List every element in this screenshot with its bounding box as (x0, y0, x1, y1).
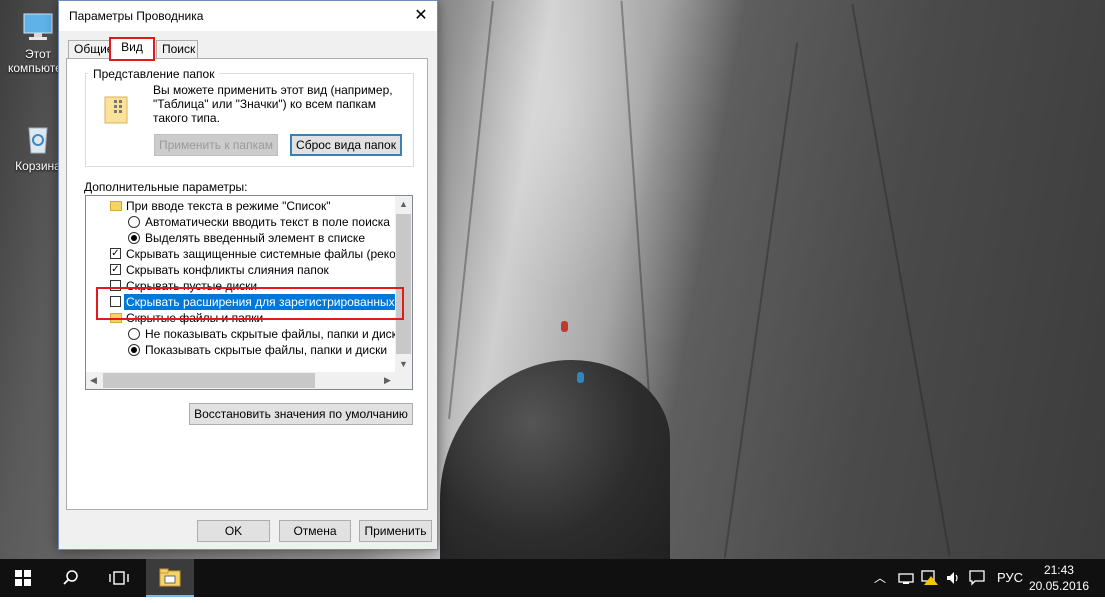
taskbar: ︿ РУС 21:43 20.05.2016 (0, 559, 1105, 597)
notifications-icon[interactable] (969, 570, 985, 586)
horizontal-scroll-thumb[interactable] (103, 373, 315, 388)
battery-warning-icon[interactable] (921, 570, 939, 586)
checkbox[interactable]: ✓ (110, 264, 121, 275)
horizontal-scrollbar[interactable]: ◀ ▶ (86, 372, 396, 389)
tree-item-hide-merge-conflicts[interactable]: ✓ Скрывать конфликты слияния папок (86, 262, 397, 278)
tree-item-hide-protected-files[interactable]: ✓ Скрывать защищенные системные файлы (р… (86, 246, 412, 262)
volume-icon[interactable] (945, 570, 961, 586)
apply-button[interactable]: Применить (359, 520, 432, 542)
task-view-button[interactable] (96, 559, 142, 597)
taskbar-clock[interactable]: 21:43 20.05.2016 (1029, 562, 1089, 594)
folder-views-legend: Представление папок (88, 67, 220, 81)
scroll-left-icon[interactable]: ◀ (90, 375, 97, 386)
advanced-settings-label: Дополнительные параметры: (84, 180, 248, 194)
recycle-bin-icon (21, 122, 55, 156)
scrollbar-corner (395, 372, 412, 389)
file-explorer-icon (159, 568, 181, 587)
taskbar-explorer-button[interactable] (146, 559, 194, 597)
task-view-icon (109, 571, 129, 585)
scroll-up-icon[interactable]: ▲ (399, 199, 408, 209)
wallpaper-crack (723, 42, 799, 558)
radio-button[interactable] (128, 344, 140, 356)
ok-button[interactable]: OK (197, 520, 270, 542)
checkbox[interactable]: ✓ (110, 248, 121, 259)
clock-time: 21:43 (1043, 563, 1074, 577)
radio-button[interactable] (128, 232, 140, 244)
wallpaper-crack (851, 4, 951, 556)
chevron-up-icon[interactable]: ︿ (874, 559, 886, 597)
cancel-button[interactable]: Отмена (279, 520, 351, 542)
tree-item-show-hidden[interactable]: Показывать скрытые файлы, папки и диски (86, 342, 397, 358)
windows-logo-icon (15, 570, 31, 586)
computer-icon (21, 10, 55, 44)
wallpaper-crack (448, 1, 494, 419)
search-icon (63, 570, 78, 585)
tree-item-list-typing: При вводе текста в режиме "Список" (86, 198, 397, 214)
tree-item-dont-show-hidden[interactable]: Не показывать скрытые файлы, папки и дис… (86, 326, 404, 342)
folder-views-description: Вы можете применить этот вид (например, … (153, 83, 393, 125)
close-icon[interactable]: ✕ (405, 1, 437, 31)
highlight-annotation-box (96, 287, 404, 320)
radio-button[interactable] (128, 216, 140, 228)
reset-folders-button[interactable]: Сброс вида папок (290, 134, 402, 156)
dialog-titlebar[interactable]: Параметры Проводника ✕ (59, 1, 437, 31)
folder-views-icon (104, 96, 128, 124)
wallpaper-rock (440, 360, 670, 559)
scroll-down-icon[interactable]: ▼ (399, 359, 408, 369)
scroll-right-icon[interactable]: ▶ (384, 375, 391, 386)
tab-view[interactable]: Вид (109, 37, 155, 61)
apply-to-folders-button[interactable]: Применить к папкам (154, 134, 278, 156)
clock-date: 20.05.2016 (1028, 579, 1089, 593)
radio-button[interactable] (128, 328, 140, 340)
dialog-title: Параметры Проводника (69, 9, 204, 23)
climber-figure (561, 321, 568, 332)
language-indicator[interactable]: РУС (997, 559, 1023, 597)
restore-defaults-button[interactable]: Восстановить значения по умолчанию (189, 403, 413, 425)
start-button[interactable] (0, 559, 46, 597)
vertical-scrollbar[interactable]: ▲ ▼ (395, 196, 412, 373)
folder-icon (110, 201, 122, 211)
search-button[interactable] (48, 559, 94, 597)
tab-general[interactable]: Общие (68, 40, 113, 58)
network-icon[interactable] (898, 571, 914, 585)
tree-item-select-typed-item[interactable]: Выделять введенный элемент в списке (86, 230, 397, 246)
tab-search[interactable]: Поиск (156, 40, 198, 58)
climber-figure (577, 372, 584, 383)
tree-item-auto-type-search[interactable]: Автоматически вводить текст в поле поиск… (86, 214, 397, 230)
vertical-scroll-thumb[interactable] (396, 214, 411, 354)
